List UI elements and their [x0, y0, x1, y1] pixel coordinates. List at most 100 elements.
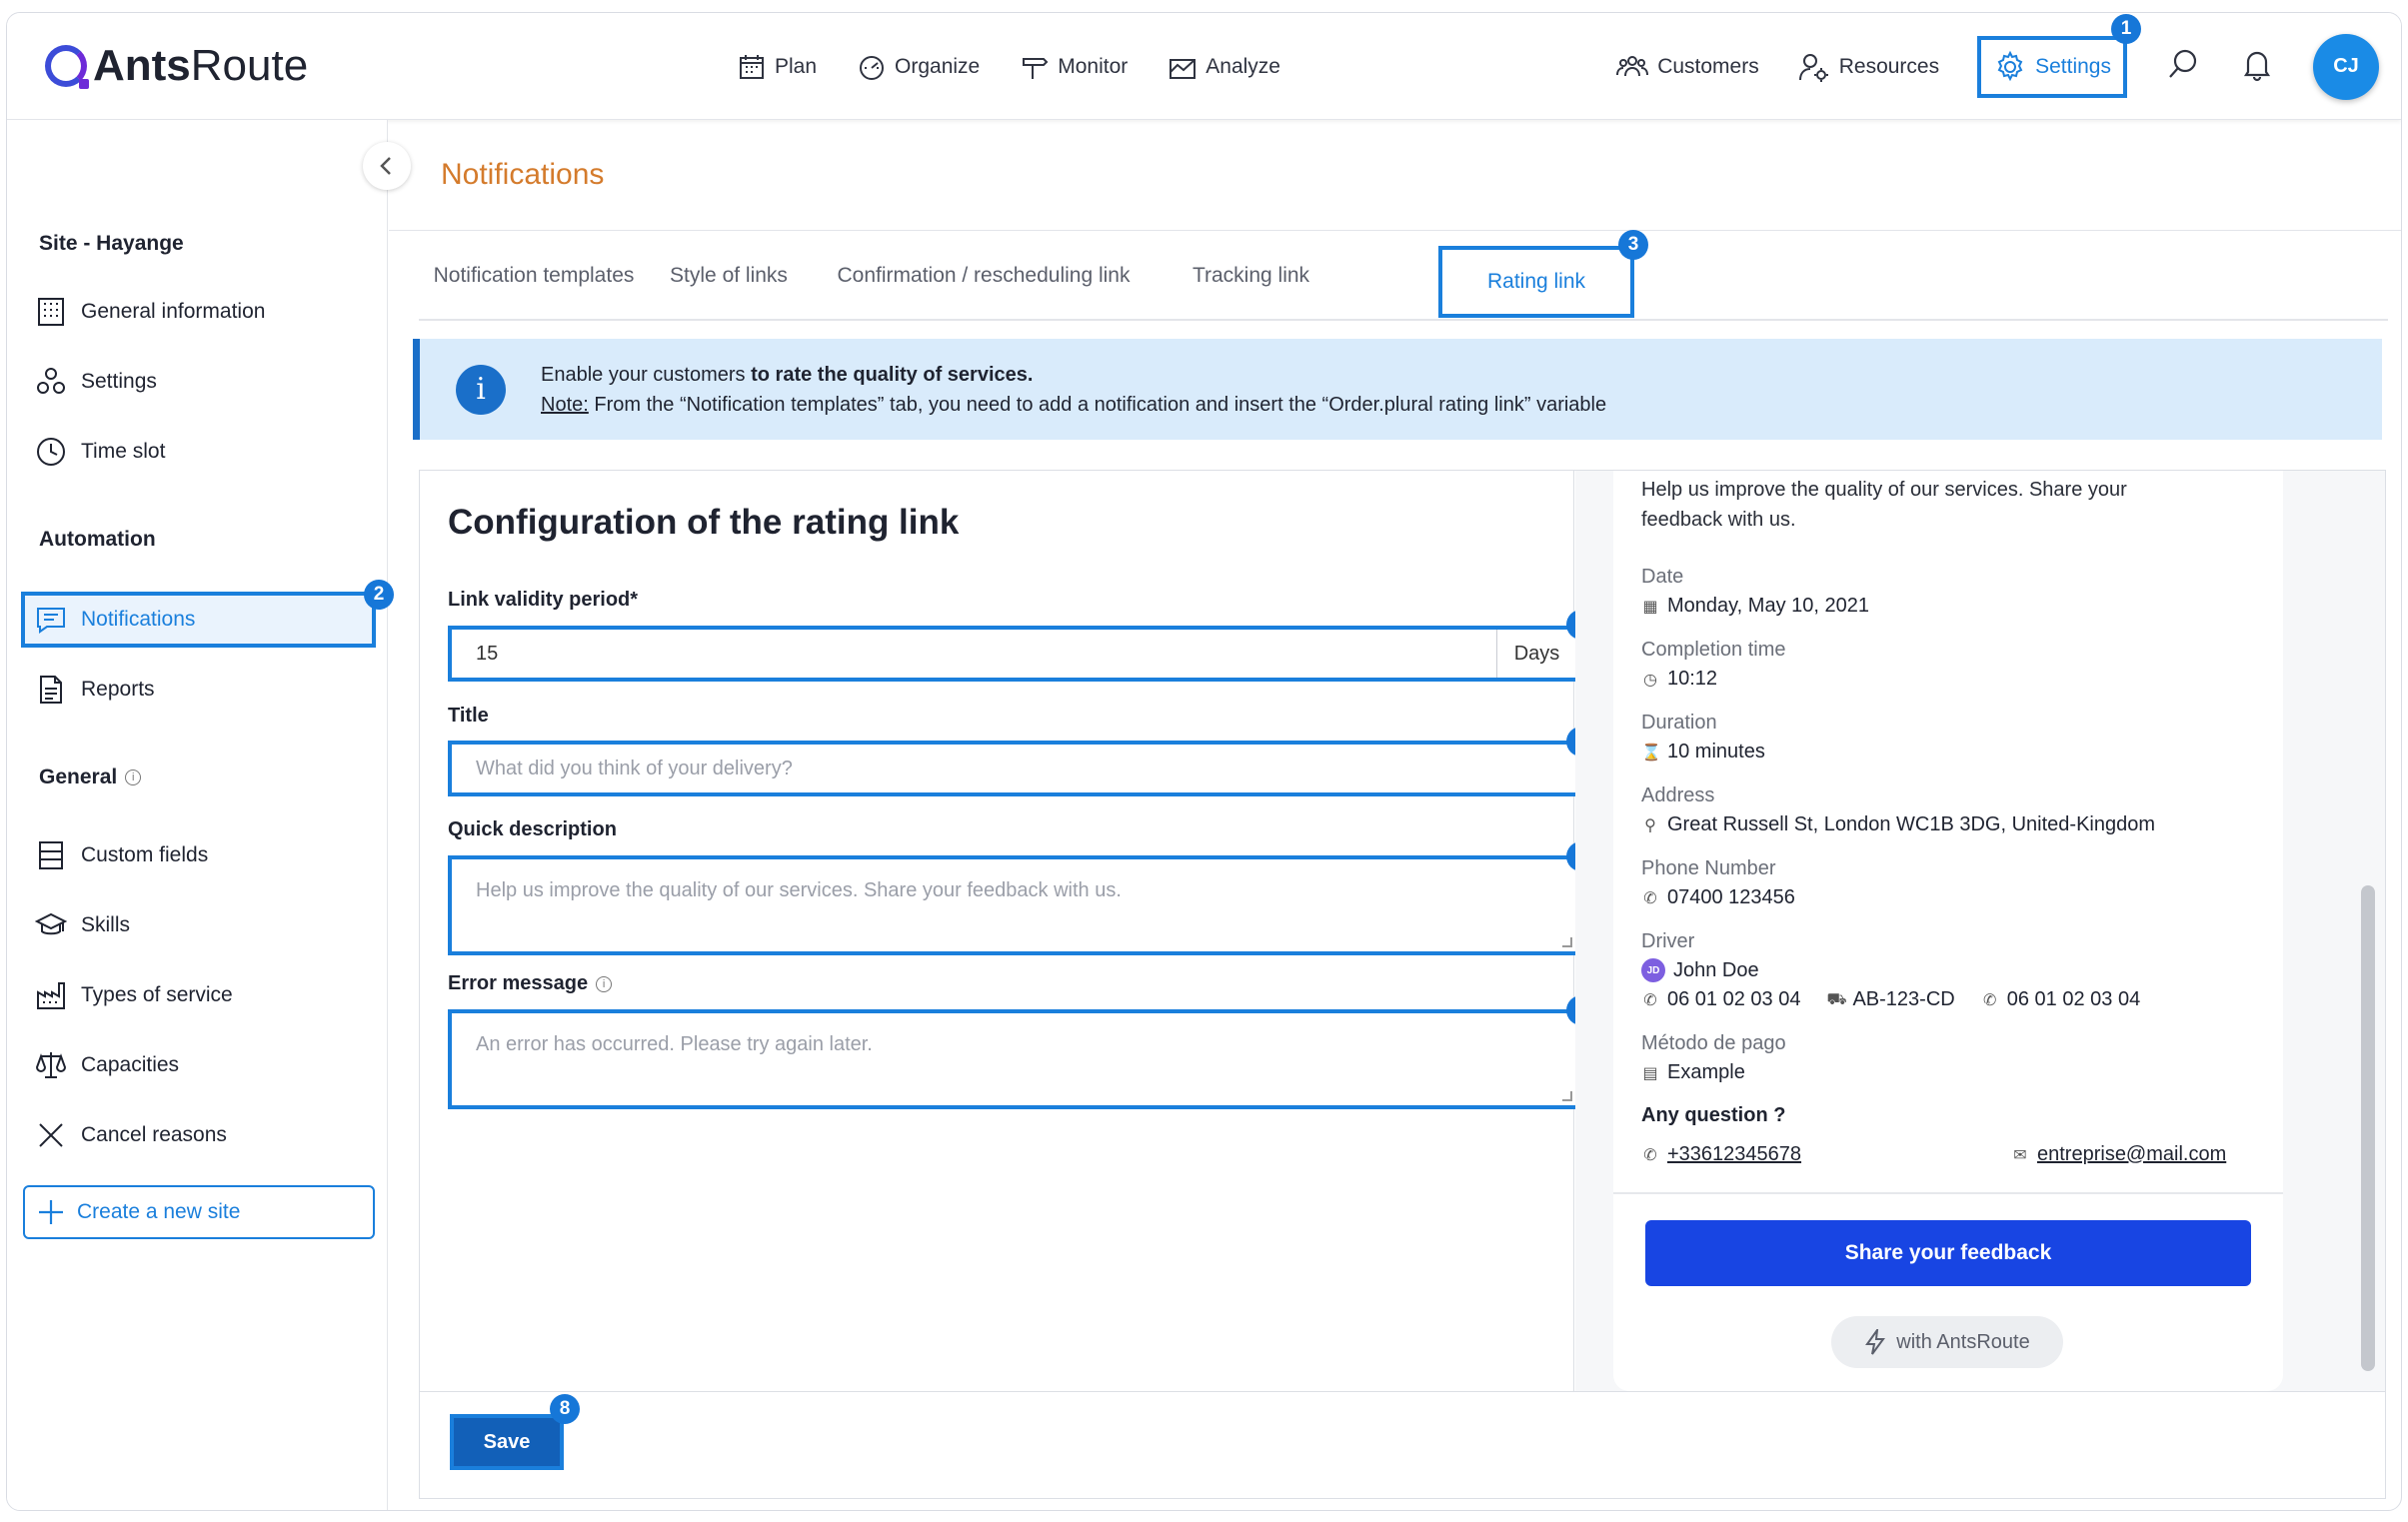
- share-feedback-button[interactable]: Share your feedback: [1645, 1220, 2251, 1286]
- rating-page-preview: Help us improve the quality of our servi…: [1575, 471, 2385, 1391]
- sidebar-item-custom-fields[interactable]: Custom fields: [35, 833, 208, 877]
- map-pin-icon: ⚲: [1644, 816, 1656, 834]
- description-label: Quick description: [448, 818, 617, 840]
- search-icon: [2169, 49, 2197, 78]
- sidebar-item-settings[interactable]: Settings: [35, 360, 157, 404]
- scrollbar-thumb[interactable]: [2361, 885, 2375, 1371]
- nav-analyze-label: Analyze: [1205, 54, 1280, 78]
- close-icon: [39, 1123, 63, 1147]
- gear-icon: [1997, 50, 2023, 81]
- preview-payment-label: Método de pago: [1641, 1032, 1786, 1054]
- banner-prefix: Enable your customers: [541, 363, 752, 386]
- tab-notification-templates[interactable]: Notification templates: [419, 230, 649, 321]
- info-icon: i: [125, 769, 142, 785]
- user-avatar[interactable]: CJ: [2313, 33, 2379, 100]
- nav-settings[interactable]: Settings 1: [1977, 13, 2141, 98]
- validity-label: Link validity period*: [448, 589, 639, 611]
- notifications-button[interactable]: [2239, 46, 2275, 87]
- sidebar-item-skills[interactable]: Skills: [35, 903, 130, 947]
- phone-icon: ✆: [1643, 889, 1657, 907]
- info-icon: i: [596, 975, 613, 992]
- card-footer-divider: [420, 1391, 2385, 1392]
- sidebar-item-capacities[interactable]: Capacities: [35, 1043, 179, 1087]
- chat-icon: [37, 608, 65, 634]
- main-nav: Plan Organize Monitor Analyze: [737, 13, 1280, 120]
- validity-input[interactable]: 15 Days 4: [448, 610, 1596, 682]
- error-label: Error message i: [448, 972, 613, 995]
- validity-value: 15: [476, 642, 499, 665]
- tab-style-of-links[interactable]: Style of links: [649, 230, 809, 321]
- antsroute-logo[interactable]: Ants Route: [45, 41, 308, 91]
- collapse-sidebar-button[interactable]: [363, 142, 411, 190]
- sidebar-item-time-slot[interactable]: Time slot: [35, 430, 165, 474]
- preview-driver-plate: AB-123-CD: [1852, 988, 1955, 1010]
- nav-resources[interactable]: Resources: [1797, 50, 1939, 84]
- preview-completion-label: Completion time: [1641, 639, 1786, 661]
- sidebar: Site - Hayange General information Setti…: [7, 120, 411, 1510]
- search-button[interactable]: [2165, 46, 2201, 87]
- create-new-site-label: Create a new site: [77, 1200, 241, 1223]
- preview-driver-name: JD John Doe: [1641, 958, 1759, 982]
- calendar-icon: ▦: [1642, 598, 1658, 616]
- preview-contact-email[interactable]: ✉ entreprise@mail.com: [2011, 1143, 2226, 1166]
- general-heading: General i: [39, 765, 142, 789]
- phone-icon: ✆: [1643, 1146, 1657, 1164]
- preview-completion-text: 10:12: [1667, 668, 1718, 690]
- nav-customers[interactable]: Customers: [1615, 50, 1759, 84]
- powered-by-badge: with AntsRoute: [1831, 1316, 2063, 1368]
- preview-contact-phone[interactable]: ✆ +33612345678: [1641, 1143, 1801, 1166]
- sidebar-item-reports[interactable]: Reports: [35, 668, 155, 712]
- preview-scrollbar[interactable]: [2361, 471, 2375, 1391]
- sidebar-item-label: Types of service: [81, 983, 233, 1006]
- preview-driver-label: Driver: [1641, 930, 1695, 952]
- banner-bold: to rate the quality of services.: [751, 363, 1034, 386]
- preview-driver-phone: 06 01 02 03 04: [1667, 988, 1801, 1010]
- right-nav: Customers Resources Settings 1 CJ: [1615, 13, 2379, 120]
- preview-card: Help us improve the quality of our servi…: [1613, 471, 2283, 1391]
- nav-monitor-label: Monitor: [1058, 54, 1129, 78]
- nav-analyze[interactable]: Analyze: [1168, 52, 1280, 82]
- sidebar-item-types-of-service[interactable]: Types of service: [35, 973, 233, 1017]
- nav-organize[interactable]: Organize: [857, 52, 980, 82]
- preview-payment-text: Example: [1667, 1061, 1745, 1083]
- site-heading: Site - Hayange: [39, 232, 184, 255]
- tab-rating-link-label: Rating link: [1486, 270, 1586, 293]
- nav-settings-label: Settings: [2035, 54, 2111, 78]
- preview-date-value: ▦ Monday, May 10, 2021: [1641, 595, 1869, 618]
- tab-rating-link[interactable]: Rating link 3: [1438, 230, 1648, 318]
- sidebar-item-cancel-reasons[interactable]: Cancel reasons: [35, 1113, 227, 1157]
- error-textarea[interactable]: An error has occurred. Please try again …: [448, 995, 1596, 1109]
- list-box-icon: [39, 841, 63, 869]
- sidebar-item-general-information[interactable]: General information: [35, 290, 265, 334]
- preview-contact-phone-link[interactable]: +33612345678: [1667, 1143, 1801, 1166]
- logo-text-strong: Ants: [93, 41, 191, 90]
- sidebar-item-label: Settings: [81, 370, 157, 393]
- sidebar-item-label: Notifications: [81, 608, 196, 631]
- preview-contact-email-link[interactable]: entreprise@mail.com: [2037, 1143, 2226, 1166]
- save-label: Save: [483, 1430, 531, 1453]
- preview-address-text: Great Russell St, London WC1B 3DG, Unite…: [1667, 813, 2155, 835]
- resize-handle-icon[interactable]: [1562, 937, 1572, 947]
- rating-link-card: Configuration of the rating link Link va…: [419, 470, 2386, 1499]
- powered-by-text: with AntsRoute: [1896, 1330, 2030, 1353]
- banner-line-2: Note: From the “Notification templates” …: [541, 390, 1606, 420]
- resize-handle-icon[interactable]: [1562, 1091, 1572, 1101]
- create-new-site-button[interactable]: Create a new site: [23, 1185, 375, 1239]
- main-content: Notifications Notification templates Sty…: [389, 120, 2401, 1510]
- factory-icon: [37, 982, 65, 1009]
- title-input[interactable]: What did you think of your delivery? 5: [448, 727, 1596, 796]
- nav-monitor[interactable]: Monitor: [1020, 52, 1128, 82]
- preview-intro-line-2: feedback with us.: [1641, 509, 1796, 531]
- config-form: Configuration of the rating link Link va…: [420, 471, 1596, 1391]
- preview-date-label: Date: [1641, 566, 1684, 588]
- sidebar-item-label: Skills: [81, 913, 131, 936]
- tab-tracking-link[interactable]: Tracking link: [1159, 230, 1343, 321]
- preview-phone-value: ✆ 07400 123456: [1641, 886, 1795, 909]
- truck-icon: ⛟: [1826, 990, 1847, 1008]
- sidebar-item-notifications[interactable]: Notifications 2: [21, 580, 394, 648]
- banner-note-text: From the “Notification templates” tab, y…: [588, 393, 1607, 416]
- nav-plan[interactable]: Plan: [737, 52, 817, 82]
- description-textarea[interactable]: Help us improve the quality of our servi…: [448, 841, 1596, 955]
- tab-confirmation-rescheduling-link[interactable]: Confirmation / rescheduling link: [809, 230, 1159, 321]
- save-button[interactable]: Save 8: [450, 1394, 580, 1470]
